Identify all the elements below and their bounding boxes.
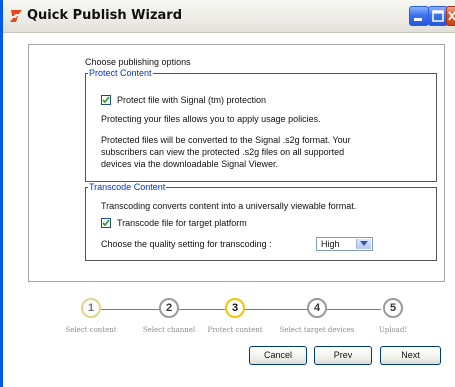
checkmark-icon — [102, 219, 110, 227]
maximize-button[interactable] — [428, 6, 448, 26]
step-4-circle: 4 — [307, 298, 327, 318]
minimize-button[interactable] — [409, 6, 429, 26]
quality-select[interactable]: High — [316, 237, 373, 251]
quality-select-value: High — [321, 239, 340, 249]
protect-description: Protecting your files allows you to appl… — [101, 114, 321, 124]
protect-format-line-2: subscribers can view the protected .s2g … — [101, 147, 345, 157]
step-3-circle: 3 — [225, 298, 245, 318]
protect-format-line-3: devices via the downloadable Signal View… — [101, 159, 278, 169]
step-1-circle: 1 — [81, 298, 101, 318]
close-button[interactable] — [446, 6, 455, 26]
protect-content-legend: Protect Content — [88, 68, 153, 79]
quality-label: Choose the quality setting for transcodi… — [101, 239, 272, 249]
checkmark-icon — [102, 96, 110, 104]
transcode-checkbox-label[interactable]: Transcode file for target platform — [117, 218, 247, 229]
step-4-number: 4 — [313, 302, 321, 314]
title-bar[interactable]: Quick Publish Wizard — [3, 0, 455, 33]
minimize-icon — [414, 18, 422, 21]
cancel-button[interactable]: Cancel — [249, 346, 307, 365]
step-1-label: Select content — [65, 326, 117, 334]
dropdown-arrow-button[interactable] — [356, 239, 371, 249]
transcode-checkbox[interactable] — [101, 218, 111, 228]
step-2-circle: 2 — [159, 298, 179, 318]
protect-content-group: Protect Content Protect file with Signal… — [85, 68, 437, 182]
step-5-label: Upload! — [378, 326, 408, 334]
step-5-number: 5 — [389, 302, 397, 314]
step-4-label: Select target devices — [279, 326, 355, 334]
transcode-description: Transcoding converts content into a univ… — [101, 201, 357, 211]
prev-button[interactable]: Prev — [314, 346, 372, 365]
step-3-label: Protect content — [207, 326, 263, 334]
step-3-number: 3 — [231, 302, 239, 314]
protect-format-line-1: Protected files will be converted to the… — [101, 135, 351, 145]
options-heading: Choose publishing options — [85, 57, 191, 67]
transcode-content-group: Transcode Content Transcoding converts c… — [85, 182, 437, 261]
step-1-number: 1 — [87, 302, 95, 314]
maximize-icon — [432, 10, 444, 22]
chevron-down-icon — [360, 241, 368, 246]
quick-publish-wizard-window: Quick Publish Wizard Choose publishing o… — [0, 0, 455, 387]
step-2-label: Select channel — [142, 326, 196, 334]
protect-checkbox-label[interactable]: Protect file with Signal (tm) protection — [117, 95, 266, 106]
next-button[interactable]: Next — [380, 346, 441, 365]
window-title: Quick Publish Wizard — [27, 8, 183, 23]
step-5-circle: 5 — [383, 298, 403, 318]
signal-logo-icon — [9, 9, 23, 23]
close-icon — [448, 11, 455, 21]
protect-checkbox[interactable] — [101, 95, 111, 105]
step-2-number: 2 — [165, 302, 173, 314]
publishing-options-panel: Choose publishing options Protect Conten… — [28, 44, 445, 282]
transcode-content-legend: Transcode Content — [88, 182, 167, 193]
